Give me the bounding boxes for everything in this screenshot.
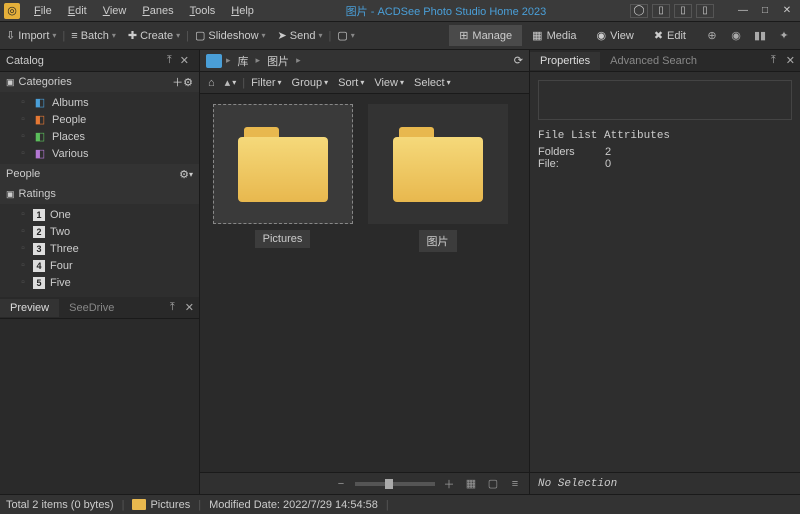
- no-selection-label: No Selection: [530, 472, 800, 494]
- user-icon[interactable]: ◯: [630, 4, 648, 18]
- property-row: File:0: [538, 158, 792, 170]
- catalog-item[interactable]: ▫◧Various: [0, 145, 199, 162]
- catalog-item[interactable]: ▫◧People: [0, 111, 199, 128]
- status-items: Total 2 items (0 bytes): [6, 499, 114, 511]
- tool-globe-icon[interactable]: ⊕: [702, 26, 722, 46]
- tab-seedrive[interactable]: SeeDrive: [59, 299, 124, 317]
- preview-area: [0, 319, 199, 494]
- create-button[interactable]: ✚Create▾: [122, 26, 186, 45]
- menu-panes[interactable]: Panes: [134, 3, 181, 19]
- preview-pin-icon[interactable]: ⤒: [165, 301, 180, 314]
- mode-manage[interactable]: ⊞Manage: [449, 25, 522, 46]
- menu-help[interactable]: Help: [223, 3, 262, 19]
- preview-close-icon[interactable]: ✕: [180, 301, 199, 314]
- nav-home-icon[interactable]: ⌂: [204, 75, 219, 91]
- rating-item[interactable]: ▫1One: [0, 206, 199, 223]
- close-button[interactable]: ✕: [778, 4, 796, 18]
- catalog-title: Catalog: [6, 55, 163, 67]
- properties-body: File List Attributes Folders2File:0: [530, 72, 800, 472]
- catalog-close-icon[interactable]: ✕: [176, 54, 193, 67]
- app-logo-icon: ◎: [4, 3, 20, 19]
- refresh-icon[interactable]: ⟳: [514, 54, 523, 67]
- maximize-button[interactable]: □: [756, 4, 774, 18]
- batch-button[interactable]: ≡Batch▾: [65, 27, 122, 45]
- mode-edit[interactable]: ✖Edit: [644, 25, 696, 46]
- breadcrumb-1[interactable]: 图片: [264, 53, 292, 69]
- ratings-header[interactable]: ▣Ratings: [0, 184, 199, 204]
- view-grid-icon[interactable]: ▦: [463, 476, 479, 492]
- layout1-icon[interactable]: ▯: [652, 4, 670, 18]
- tool-365-icon[interactable]: ◉: [726, 26, 746, 46]
- props-close-icon[interactable]: ✕: [781, 54, 800, 67]
- import-button[interactable]: ⇩Import▾: [0, 26, 62, 45]
- people-header[interactable]: People⚙▾: [0, 164, 199, 184]
- view-button[interactable]: View▾: [370, 75, 408, 91]
- rating-item[interactable]: ▫2Two: [0, 223, 199, 240]
- catalog-item[interactable]: ▫◧Albums: [0, 94, 199, 111]
- tab-advanced-search[interactable]: Advanced Search: [600, 52, 707, 70]
- menu-edit[interactable]: Edit: [60, 3, 95, 19]
- rating-item[interactable]: ▫3Three: [0, 240, 199, 257]
- window-title: 图片 - ACDSee Photo Studio Home 2023: [262, 3, 630, 19]
- filter-bar: ⌂ ▴▾ | Filter▾ Group▾ Sort▾ View▾ Select…: [200, 72, 529, 94]
- attrs-label: File List Attributes: [538, 130, 792, 142]
- minimize-button[interactable]: —: [734, 4, 752, 18]
- drive-icon[interactable]: [206, 54, 222, 68]
- zoom-in-icon[interactable]: ＋: [441, 476, 457, 492]
- zoom-slider[interactable]: [355, 482, 435, 486]
- mode-media[interactable]: ▦Media: [522, 25, 586, 46]
- nav-up-icon[interactable]: ▴▾: [221, 74, 241, 91]
- breadcrumb-0[interactable]: 库: [235, 53, 252, 69]
- view-list-icon[interactable]: ≡: [507, 476, 523, 492]
- tab-preview[interactable]: Preview: [0, 299, 59, 317]
- breadcrumb-bar: ▸ 库 ▸ 图片 ▸ ⟳: [200, 50, 529, 72]
- preview-tabbar: Preview SeeDrive ⤒ ✕: [0, 297, 199, 319]
- menu-file[interactable]: File: [26, 3, 60, 19]
- catalog-pin-icon[interactable]: ⤒: [163, 54, 176, 67]
- layout3-icon[interactable]: ▯: [696, 4, 714, 18]
- rating-item[interactable]: ▫5Five: [0, 274, 199, 291]
- send-button[interactable]: ➤Send▾: [272, 26, 329, 45]
- status-date: Modified Date: 2022/7/29 14:54:58: [209, 499, 378, 511]
- properties-preview-box: [538, 80, 792, 120]
- props-pin-icon[interactable]: ⤒: [766, 54, 781, 67]
- property-row: Folders2: [538, 146, 792, 158]
- folder-thumb[interactable]: Pictures: [210, 104, 355, 252]
- folder-thumb[interactable]: 图片: [365, 104, 510, 252]
- main-toolbar: ⇩Import▾ | ≡Batch▾ ✚Create▾ | ▢Slideshow…: [0, 22, 800, 50]
- sort-button[interactable]: Sort▾: [334, 75, 368, 91]
- menu-tools[interactable]: Tools: [182, 3, 224, 19]
- extra-button[interactable]: ▢▾: [331, 26, 360, 45]
- thumbnail-area[interactable]: Pictures图片: [200, 94, 529, 472]
- mode-view[interactable]: ◉View: [587, 25, 644, 46]
- slideshow-button[interactable]: ▢Slideshow▾: [189, 26, 272, 45]
- categories-header[interactable]: ▣Categories＋⚙: [0, 72, 199, 92]
- view-pic-icon[interactable]: ▢: [485, 476, 501, 492]
- thumb-footer: − ＋ ▦ ▢ ≡: [200, 472, 529, 494]
- menu-view[interactable]: View: [95, 3, 135, 19]
- left-pane: Catalog ⤒ ✕ ▣Categories＋⚙ ▫◧Albums▫◧Peop…: [0, 50, 200, 494]
- tab-properties[interactable]: Properties: [530, 52, 600, 70]
- right-pane: Properties Advanced Search ⤒ ✕ File List…: [530, 50, 800, 494]
- menubar: ◎ File Edit View Panes Tools Help 图片 - A…: [0, 0, 800, 22]
- status-folder: Pictures: [150, 499, 190, 511]
- rating-item[interactable]: ▫4Four: [0, 257, 199, 274]
- filter-button[interactable]: Filter▾: [247, 75, 285, 91]
- catalog-header: Catalog ⤒ ✕: [0, 50, 199, 72]
- layout2-icon[interactable]: ▯: [674, 4, 692, 18]
- folder-icon: [132, 499, 146, 510]
- center-pane: ▸ 库 ▸ 图片 ▸ ⟳ ⌂ ▴▾ | Filter▾ Group▾ Sort▾…: [200, 50, 530, 494]
- zoom-out-icon[interactable]: −: [333, 476, 349, 492]
- tool-sparkle-icon[interactable]: ✦: [774, 26, 794, 46]
- status-bar: Total 2 items (0 bytes) | Pictures | Mod…: [0, 494, 800, 514]
- tool-chart-icon[interactable]: ▮▮: [750, 26, 770, 46]
- select-button[interactable]: Select▾: [410, 75, 455, 91]
- properties-tabbar: Properties Advanced Search ⤒ ✕: [530, 50, 800, 72]
- catalog-item[interactable]: ▫◧Places: [0, 128, 199, 145]
- group-button[interactable]: Group▾: [288, 75, 333, 91]
